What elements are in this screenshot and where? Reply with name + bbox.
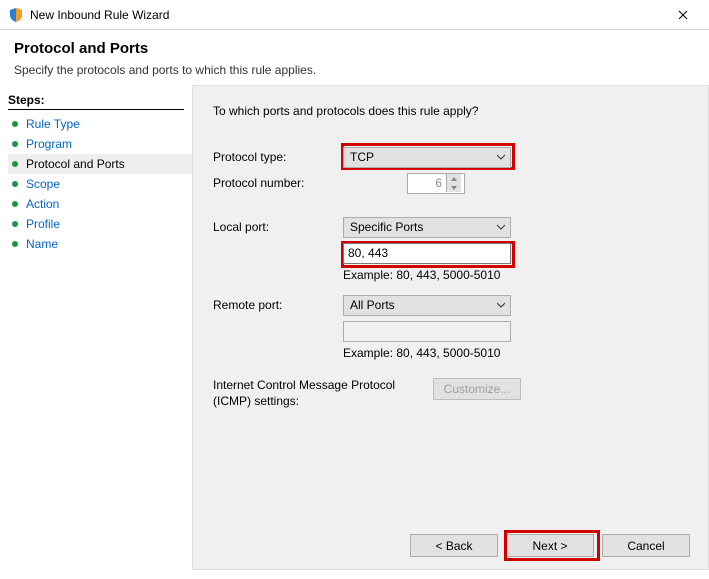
protocol-number-value: 6 bbox=[435, 176, 442, 190]
spinner-up-icon bbox=[447, 174, 461, 183]
local-port-mode-select[interactable]: Specific Ports bbox=[343, 217, 511, 238]
page-subtitle: Specify the protocols and ports to which… bbox=[14, 63, 695, 77]
page-header: Protocol and Ports Specify the protocols… bbox=[0, 30, 709, 85]
page-title: Protocol and Ports bbox=[14, 40, 695, 57]
step-label: Program bbox=[26, 137, 72, 151]
wizard-buttons: < Back Next > Cancel bbox=[410, 534, 690, 557]
main-panel: To which ports and protocols does this r… bbox=[192, 85, 709, 570]
back-button[interactable]: < Back bbox=[410, 534, 498, 557]
local-port-example: Example: 80, 443, 5000-5010 bbox=[343, 268, 688, 282]
sidebar-step-rule-type[interactable]: Rule Type bbox=[8, 114, 192, 134]
remote-port-mode-select[interactable]: All Ports bbox=[343, 295, 511, 316]
protocol-number-label: Protocol number: bbox=[213, 176, 343, 190]
bullet-icon bbox=[12, 121, 18, 127]
spinner-down-icon bbox=[447, 183, 461, 192]
sidebar-step-action[interactable]: Action bbox=[8, 194, 192, 214]
step-label: Profile bbox=[26, 217, 60, 231]
steps-sidebar: Steps: Rule Type Program Protocol and Port… bbox=[0, 85, 192, 570]
local-port-mode-value: Specific Ports bbox=[350, 220, 423, 234]
chevron-down-icon bbox=[497, 223, 505, 231]
remote-port-example: Example: 80, 443, 5000-5010 bbox=[343, 346, 688, 360]
close-button[interactable] bbox=[665, 1, 701, 29]
sidebar-step-scope[interactable]: Scope bbox=[8, 174, 192, 194]
remote-port-input bbox=[343, 321, 511, 342]
step-label: Action bbox=[26, 197, 59, 211]
customize-button: Customize... bbox=[433, 378, 521, 400]
remote-port-label: Remote port: bbox=[213, 298, 343, 312]
bullet-icon bbox=[12, 241, 18, 247]
titlebar: New Inbound Rule Wizard bbox=[0, 0, 709, 30]
sidebar-step-protocol-and-ports: Protocol and Ports bbox=[8, 154, 192, 174]
cancel-button[interactable]: Cancel bbox=[602, 534, 690, 557]
steps-heading: Steps: bbox=[8, 93, 184, 110]
chevron-down-icon bbox=[497, 153, 505, 161]
protocol-number-spinner: 6 bbox=[407, 173, 465, 194]
bullet-icon bbox=[12, 141, 18, 147]
protocol-type-value: TCP bbox=[350, 150, 374, 164]
sidebar-step-program[interactable]: Program bbox=[8, 134, 192, 154]
chevron-down-icon bbox=[497, 301, 505, 309]
prompt-text: To which ports and protocols does this r… bbox=[213, 104, 688, 118]
sidebar-step-profile[interactable]: Profile bbox=[8, 214, 192, 234]
icmp-settings-label: Internet Control Message Protocol (ICMP)… bbox=[213, 378, 433, 409]
protocol-type-select[interactable]: TCP bbox=[343, 147, 511, 168]
step-label: Scope bbox=[26, 177, 60, 191]
bullet-icon bbox=[12, 181, 18, 187]
bullet-icon bbox=[12, 201, 18, 207]
sidebar-step-name[interactable]: Name bbox=[8, 234, 192, 254]
firewall-shield-icon bbox=[8, 7, 24, 23]
bullet-icon bbox=[12, 221, 18, 227]
step-label: Rule Type bbox=[26, 117, 80, 131]
window-title: New Inbound Rule Wizard bbox=[30, 8, 665, 22]
step-label: Name bbox=[26, 237, 58, 251]
bullet-icon bbox=[12, 161, 18, 167]
local-port-input[interactable] bbox=[343, 243, 511, 264]
next-button[interactable]: Next > bbox=[506, 534, 594, 557]
local-port-label: Local port: bbox=[213, 220, 343, 234]
protocol-type-label: Protocol type: bbox=[213, 150, 343, 164]
remote-port-mode-value: All Ports bbox=[350, 298, 395, 312]
step-label: Protocol and Ports bbox=[26, 157, 125, 171]
